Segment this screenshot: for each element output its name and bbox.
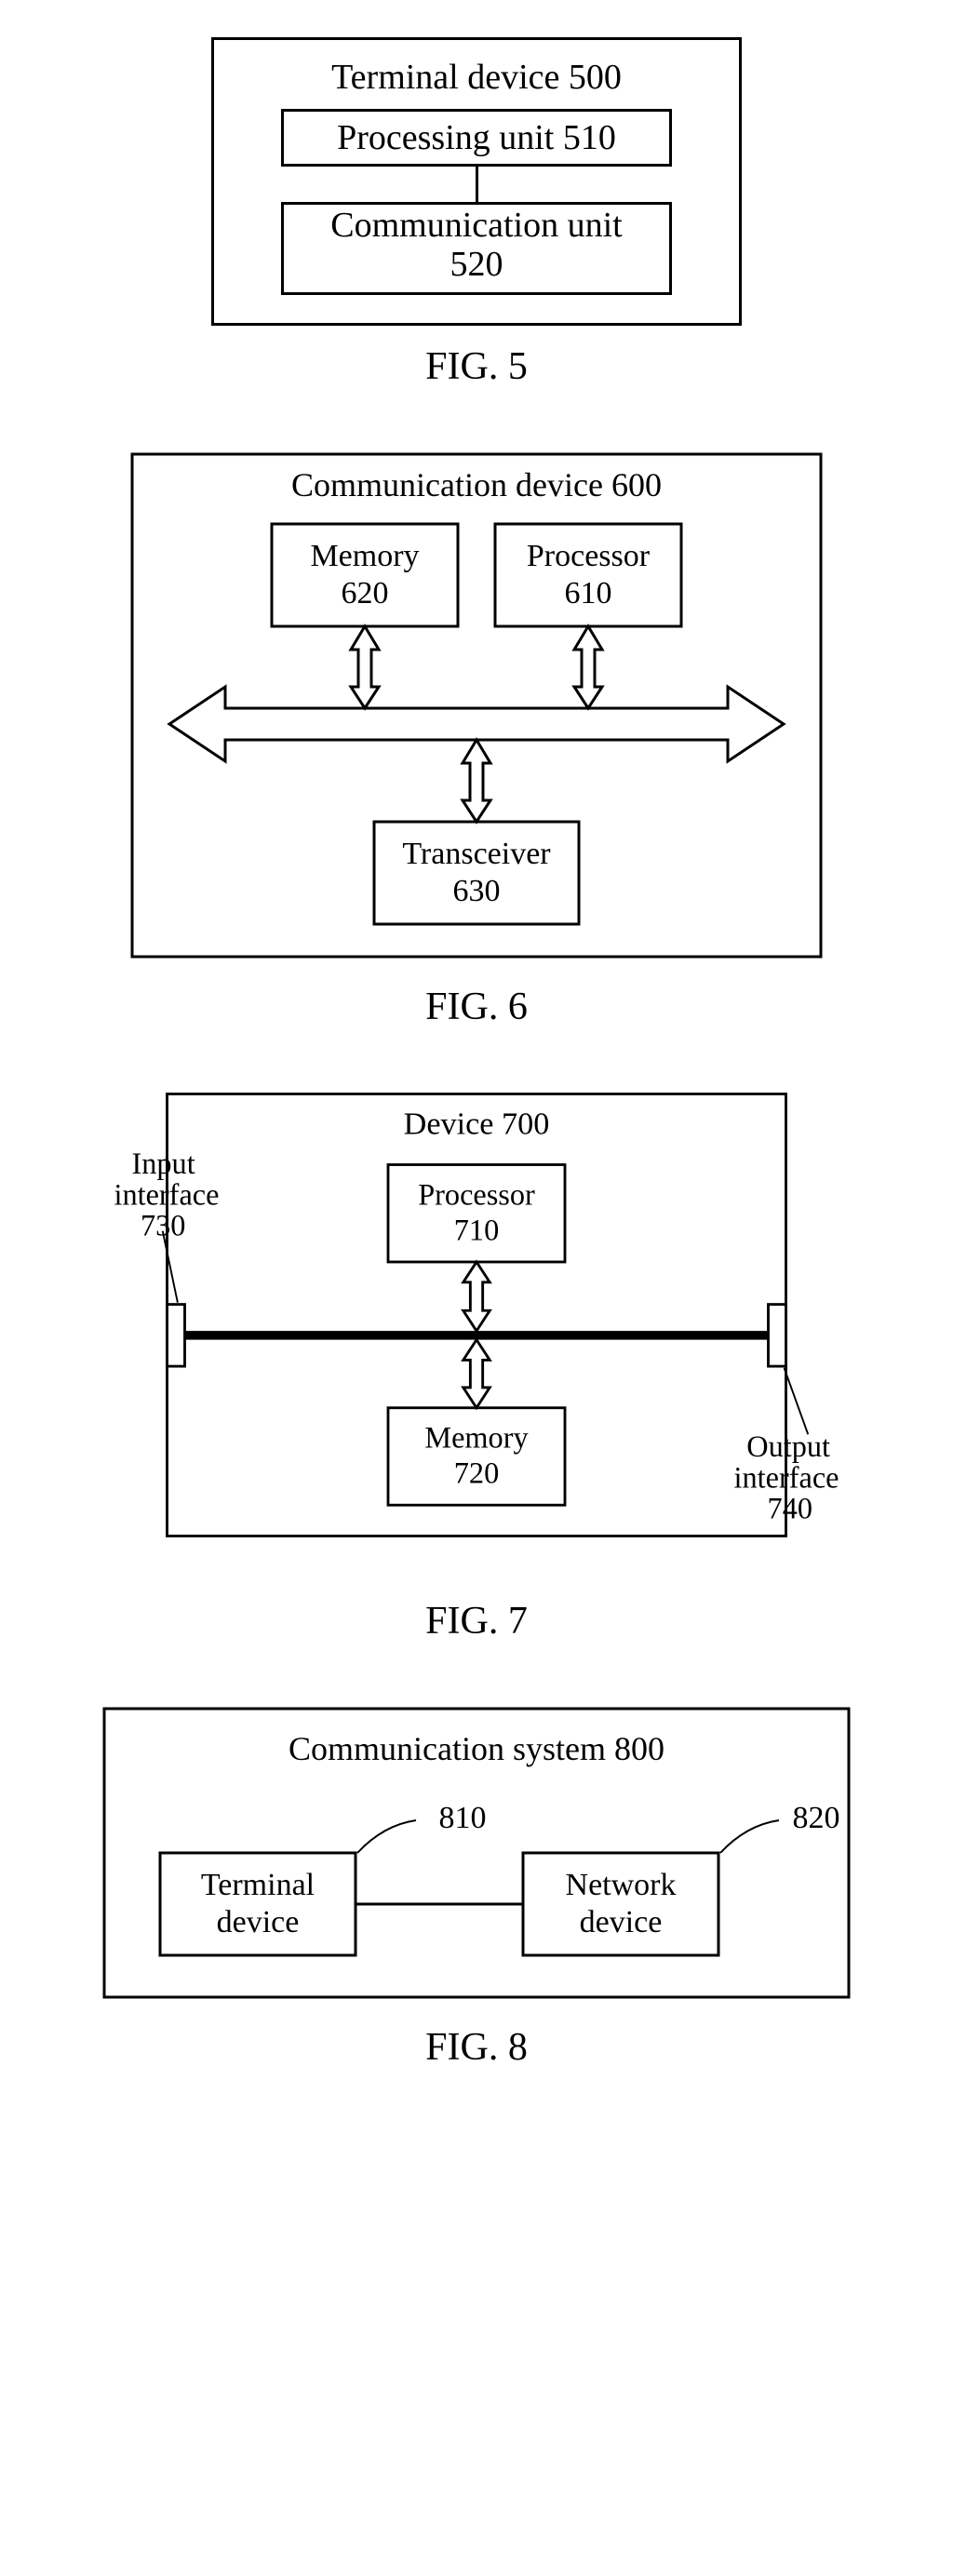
fig5-box-communication-unit: Communication unit 520 (281, 202, 671, 295)
fig7-output-interface-block (769, 1304, 786, 1366)
fig7-output-leader (785, 1368, 809, 1434)
fig7-input-label3: 730 (141, 1208, 185, 1241)
fig8-terminal-l2: device (217, 1905, 300, 1939)
fig5-diagram: Terminal device 500 Processing unit 510 … (211, 37, 742, 326)
fig8-outer-title: Communication system 800 (289, 1730, 664, 1767)
fig7-output-label2: interface (734, 1460, 839, 1494)
fig8-terminal-num: 810 (439, 1801, 487, 1835)
fig7-output-label1: Output (746, 1429, 830, 1463)
fig7-processor-label1: Processor (418, 1177, 535, 1211)
fig7-input-interface-block (168, 1304, 185, 1366)
fig5-box1-label: Processing unit 510 (337, 118, 616, 157)
fig6-outer-title: Communication device 600 (291, 466, 662, 503)
fig8-caption: FIG. 8 (0, 2025, 953, 2070)
fig6-transceiver-label2: 630 (453, 874, 501, 908)
fig6-processor-label2: 610 (565, 576, 612, 610)
fig7-input-label2: interface (114, 1177, 220, 1211)
fig7-input-label1: Input (132, 1147, 195, 1180)
fig7-output-label3: 740 (768, 1491, 812, 1524)
fig7-memory-label1: Memory (424, 1420, 529, 1454)
fig8-network-l1: Network (566, 1868, 677, 1902)
fig7-memory-label2: 720 (454, 1456, 499, 1489)
fig8-network-l2: device (580, 1905, 663, 1939)
fig5-box2-label-line2: 520 (284, 246, 668, 285)
fig8-terminal-l1: Terminal (201, 1868, 315, 1902)
fig6-caption: FIG. 6 (0, 985, 953, 1029)
fig6-memory-label2: 620 (342, 576, 389, 610)
fig6-memory-label1: Memory (310, 539, 419, 573)
fig5-box2-label-line1: Communication unit (284, 207, 668, 246)
fig5-box-processing-unit: Processing unit 510 (281, 109, 671, 167)
fig5-outer-title: Terminal device 500 (242, 57, 711, 98)
fig8-diagram: Communication system 800 Terminal device… (95, 1699, 858, 2006)
fig6-transceiver-label1: Transceiver (402, 837, 551, 871)
fig5-outer-box: Terminal device 500 Processing unit 510 … (211, 37, 742, 326)
fig5-caption: FIG. 5 (0, 344, 953, 389)
fig8-network-num: 820 (793, 1801, 840, 1835)
fig7-outer-title: Device 700 (404, 1107, 550, 1141)
fig7-diagram: Device 700 Input interface 730 Output in… (114, 1085, 839, 1580)
fig7-processor-label2: 710 (454, 1213, 499, 1246)
fig6-processor-label1: Processor (527, 539, 651, 573)
fig6-diagram: Communication device 600 Memory 620 Proc… (123, 445, 830, 966)
fig7-caption: FIG. 7 (0, 1599, 953, 1644)
fig5-connector-line (476, 167, 478, 202)
